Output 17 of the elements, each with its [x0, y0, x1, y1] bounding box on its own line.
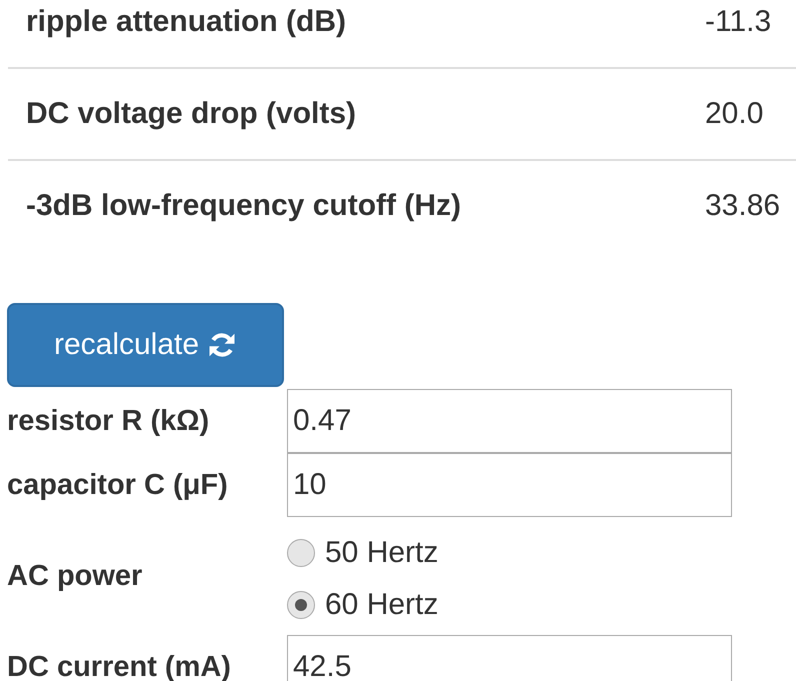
- result-value: -11.3: [704, 4, 772, 40]
- field-label: AC power: [7, 560, 144, 592]
- radio-button[interactable]: [287, 539, 315, 567]
- result-label: -3dB low-frequency cutoff (Hz): [25, 188, 462, 224]
- input-field[interactable]: 0.47: [287, 389, 732, 453]
- recalculate-button[interactable]: recalculate: [7, 303, 284, 387]
- field-label: resistor R (kΩ): [7, 404, 210, 438]
- radio-button[interactable]: [287, 591, 315, 619]
- input-field[interactable]: 10: [287, 453, 732, 517]
- radio-label[interactable]: 60 Hertz: [325, 588, 438, 622]
- result-value: 33.86: [704, 188, 782, 224]
- field-label: capacitor C (μF): [7, 468, 229, 502]
- result-label: ripple attenuation (dB): [25, 4, 347, 40]
- input-field[interactable]: 42.5: [287, 635, 732, 681]
- result-value: 20.0: [704, 96, 764, 132]
- radio-label[interactable]: 50 Hertz: [325, 536, 438, 570]
- result-label: DC voltage drop (volts): [25, 96, 358, 132]
